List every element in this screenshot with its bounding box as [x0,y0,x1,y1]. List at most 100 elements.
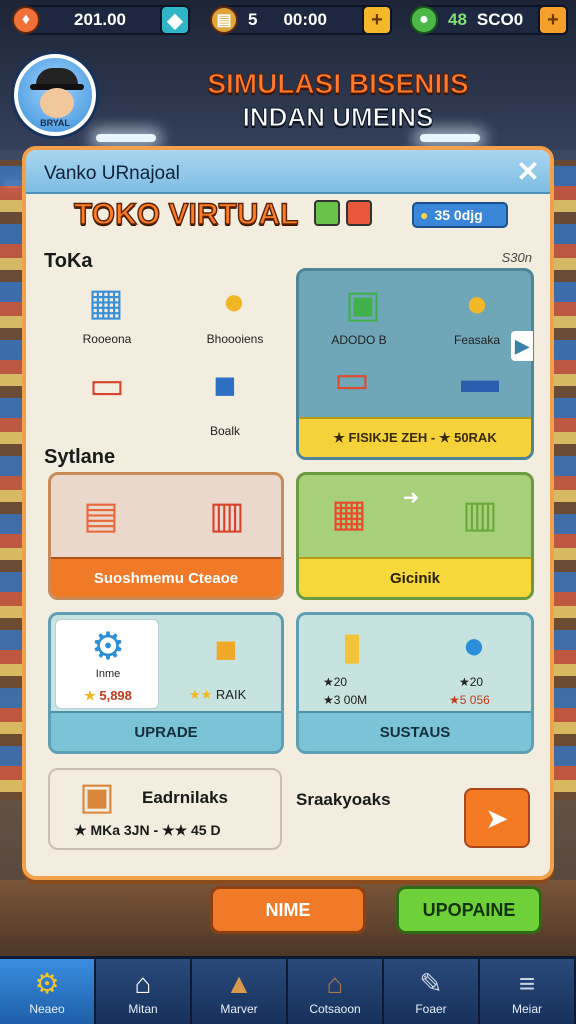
upopaine-button[interactable]: UPOPAINE [396,886,542,934]
upgrade-rating: ★★ RAIK [189,687,247,702]
upgrade-rating-value: RAIK [215,687,247,702]
game-title-line1: SIMULASI BISENIIS [207,68,469,100]
nav-label: Cotsaoon [309,1001,361,1016]
panel-header: Vanko URnajoal ✕ [26,150,550,194]
upgrade-price: ★ 5,898 [84,688,132,703]
piggy-bank-icon: ● [462,624,486,667]
chest-icon: ▤ [210,6,238,34]
cart-icon: ▥ [462,493,498,536]
game-title-line2: INDAN UMEINS [242,102,434,133]
register-icon: ▣ [345,283,381,326]
tool-icon: ✎ [419,967,443,999]
cart-card[interactable]: ▦ ➜ ▥ Gicinik [296,472,534,600]
jar-icon: ▮ [341,625,363,668]
nav-label: Neaeo [29,1001,65,1016]
coin-icon: ● [420,207,429,223]
trolley-icon: ▦ [331,492,367,535]
delivery-card[interactable]: ▣ Eadrnilaks ★ MKa 3JN - ★★ 45 D [48,768,282,850]
section-toka-label: ToKa [44,250,93,272]
stat-1b: ★3 00M [323,693,368,707]
item-label: Bhoooiens [206,332,264,346]
featured-label-1: ADODO B [331,333,387,347]
add-currency-button[interactable]: ◆ [160,5,190,35]
stat-1: ★20 [323,675,348,689]
nav-item-cotsaoon[interactable]: ⌂ Cotsaoon [288,959,384,1024]
upgrade-card[interactable]: ⚙ Inme ★ 5,898 ■ ★★ RAIK UPRADE [48,612,284,754]
player-avatar[interactable]: BRYAL [14,54,96,136]
top-resource-bar: ♦ 201.00 ◆ ▤ 5 00:00 + ● 48 SCO0 + [0,0,576,42]
player-face [40,88,74,118]
bottom-nav: ⚙ Neaeo ⌂ Mitan ▲ Marver ⌂ Cotsaoon ✎ Fo… [0,956,576,1024]
nime-button[interactable]: NIME [210,886,366,934]
coin-icon[interactable]: ● [194,278,274,326]
document-card[interactable]: ▤ ▥ Suoshmemu Cteaoe [48,472,284,600]
section-sytlane-label: Sytlane [44,446,116,468]
upgrade-button[interactable]: UPRADE [51,711,281,751]
gift-icon [346,200,372,226]
ceiling-light [96,134,156,142]
store-title: TOKO VIRTUAL [73,197,299,231]
featured-price-button[interactable]: ★ FISIKJE ZEH - ★ 50RAK [299,417,531,457]
cart-icon: ▥ [209,494,245,537]
item-label: Boalk [209,424,241,438]
header-icons [314,200,372,226]
coin-icon: ● [465,282,489,325]
gear-icon: ⚙ [90,625,126,668]
cash-count: 48 [448,10,467,29]
basket-icon[interactable]: ▭ [72,360,142,410]
delivery-title: Eadrnilaks [142,788,228,807]
stats-card[interactable]: ▮ ● ★20 ★3 00M ★20 ★5 056 SUSTAUS [296,612,534,754]
cart-action-button[interactable]: Gicinik [299,557,531,597]
products-icon[interactable]: ▦ [66,278,146,326]
delivery-line: ★ MKa 3JN - ★★ 45 D [74,822,221,838]
nav-label: Marver [220,1001,258,1016]
chest-count: 5 [248,10,258,29]
stat-2: ★20 [459,675,484,689]
nav-item-marver[interactable]: ▲ Marver [192,959,288,1024]
shop-icon: ⌂ [326,967,344,999]
add-cash-button[interactable]: + [538,5,568,35]
close-icon[interactable]: ✕ [512,156,544,188]
nav-item-foaer[interactable]: ✎ Foaer [384,959,480,1024]
upgrade-tile-label: Inme [95,668,121,680]
panel-header-label: Vanko URnajoal [44,163,180,184]
box-icon: ■ [214,628,238,671]
go-arrow-button[interactable]: ➤ [464,788,530,848]
next-arrow-icon[interactable]: ▶ [511,331,533,361]
house-icon: ⌂ [134,967,152,999]
add-chest-button[interactable]: + [362,5,392,35]
nav-item-mitan[interactable]: ⌂ Mitan [96,959,192,1024]
box-icon [314,200,340,226]
cash-value: SCO0 [476,10,524,29]
stats-button[interactable]: SUSTAUS [299,711,531,751]
document-action-button[interactable]: Suoshmemu Cteaoe [51,557,281,597]
tray-icon: ▬ [461,358,499,401]
nav-item-neaeo[interactable]: ⚙ Neaeo [0,959,96,1024]
upgrade-tile: ⚙ Inme ★ 5,898 [55,619,159,709]
nav-item-meiar[interactable]: ≡ Meiar [480,959,576,1024]
stat-2b: ★5 056 [449,693,490,707]
crate-icon[interactable]: ■ [192,358,258,414]
arrow-right-icon: ➜ [402,486,420,509]
currency-counter: ♦ 201.00 ◆ [12,5,190,35]
bottom-right-label: Sraakyoaks [296,790,391,809]
section-toka-right: S30n [501,250,532,265]
store-panel: Vanko URnajoal ✕ TOKO VIRTUAL ● 35 0djg … [22,146,554,880]
ceiling-light [420,134,480,142]
coin-badge-value: 35 0djg [434,207,483,223]
gear-icon: ⚙ [34,967,60,999]
nav-label: Foaer [415,1001,447,1016]
basket-icon: ▭ [334,358,370,401]
nav-label: Meiar [511,1001,542,1016]
featured-products-card[interactable]: ▣ ● ADODO B Feasaka ▭ ▬ ▶ ★ FISIKJE ZEH … [296,268,534,460]
upgrade-price-value: 5,898 [99,688,132,703]
timer-counter: ▤ 5 00:00 + [210,5,392,35]
cash-icon: ● [410,6,438,34]
gem-icon: ♦ [12,6,40,34]
menu-icon: ≡ [518,967,536,999]
coin-badge: ● 35 0djg [412,202,508,228]
timer-value: 00:00 [283,10,327,29]
arrow-up-icon: ▲ [225,967,253,999]
document-icon: ▤ [83,494,119,537]
cash-counter: ● 48 SCO0 + [410,5,568,35]
